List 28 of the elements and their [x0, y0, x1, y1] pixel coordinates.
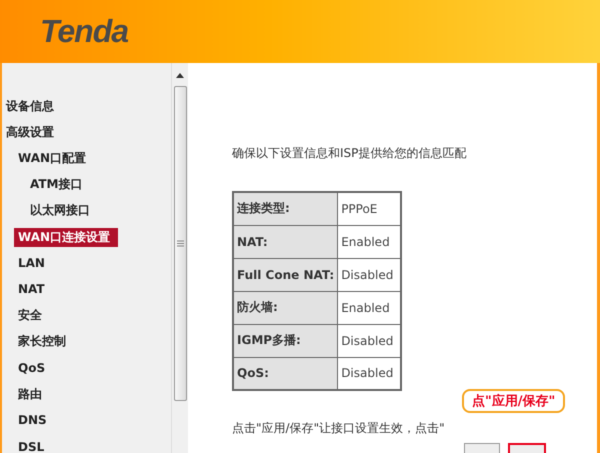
sidebar-item[interactable]: 高级设置: [6, 122, 62, 142]
table-cell: Full Cone NAT:: [233, 258, 338, 291]
scrollbar-thumb[interactable]: [174, 86, 186, 401]
sidebar-item[interactable]: ATM接口: [30, 175, 90, 194]
table-cell: NAT:: [233, 225, 338, 258]
table-cell: IGMP多播:: [233, 324, 338, 357]
sidebar-item[interactable]: 以太网接口: [30, 201, 98, 220]
sidebar-item[interactable]: QoS: [18, 360, 54, 376]
sidebar-item[interactable]: WAN口配置: [18, 148, 94, 168]
intro-text: 确保以下设置信息和ISP提供给您的信息匹配: [232, 145, 468, 162]
callout-bubble: 点"应用/保存": [462, 389, 566, 413]
sidebar-item[interactable]: 家长控制: [18, 332, 74, 352]
table-cell: 连接类型:: [233, 192, 338, 225]
sidebar-item[interactable]: DNS: [18, 412, 55, 428]
logo: Tenda: [40, 13, 128, 50]
table-cell: QoS:: [233, 357, 338, 390]
sidebar-item[interactable]: WAN口连接设置: [14, 228, 118, 247]
scroll-up-icon[interactable]: [175, 72, 185, 78]
footer-note: 点击"应用/保存"让接口设置生效，点击": [232, 421, 445, 435]
grip-icon: [176, 240, 184, 247]
table-cell: 防火墙:: [233, 291, 338, 324]
sidebar-item[interactable]: NAT: [18, 281, 53, 298]
scrollbar[interactable]: [171, 63, 188, 453]
sidebar-item[interactable]: LAN: [18, 255, 53, 272]
sidebar-item[interactable]: 设备信息: [6, 96, 62, 116]
sidebar-item[interactable]: DSL: [18, 438, 52, 453]
sidebar-item[interactable]: 安全: [18, 306, 50, 326]
sidebar-item[interactable]: 路由: [18, 384, 50, 404]
